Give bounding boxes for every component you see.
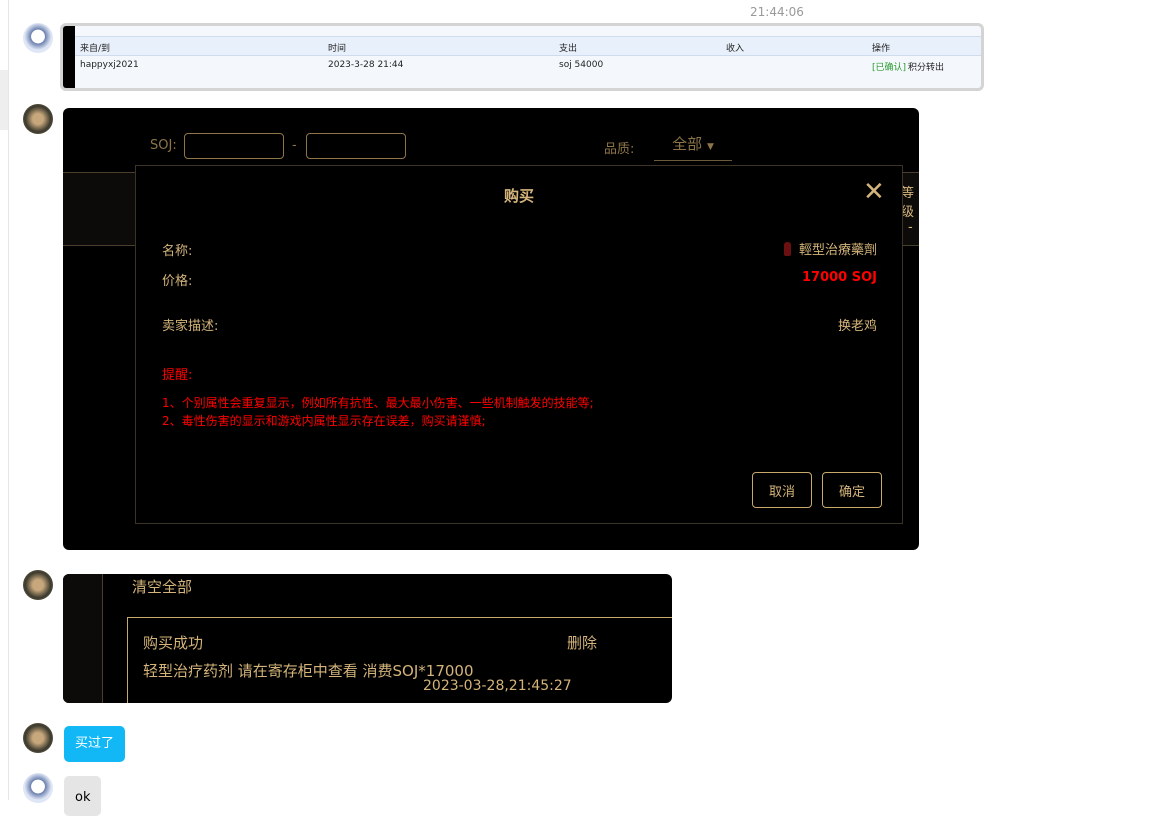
avatar[interactable] <box>23 723 53 753</box>
row-expense: soj 54000 <box>559 60 604 70</box>
chat-timestamp: 21:44:06 <box>750 5 804 19</box>
row-from: happyxj2021 <box>80 60 139 70</box>
caret-down-icon: ▼ <box>706 142 714 152</box>
col-time: 时间 <box>328 44 347 54</box>
message-bubble: 买过了 <box>64 726 126 762</box>
confirm-button[interactable]: 确定 <box>822 472 882 508</box>
avatar[interactable] <box>23 23 53 53</box>
warning-item: 2、毒性伤害的显示和游戏内属性显示存在误差，购买请谨慎; <box>162 414 486 428</box>
sidebar-edge <box>0 70 8 130</box>
modal-title: 购买 <box>503 187 534 205</box>
dash: - <box>292 138 297 153</box>
soj-min-input[interactable] <box>184 133 284 159</box>
col-expense: 支出 <box>559 44 578 54</box>
divider <box>8 0 9 800</box>
col-action: 操作 <box>872 44 891 54</box>
desc-label: 卖家描述: <box>162 319 219 334</box>
desc-value: 换老鸡 <box>837 319 877 334</box>
clear-all-button[interactable]: 清空全部 <box>132 576 192 597</box>
level-cell: - <box>908 220 913 235</box>
row-time: 2023-3-28 21:44 <box>328 60 404 70</box>
col-income: 收入 <box>726 44 745 54</box>
warning-list: 1、个别属性会重复显示，例如所有抗性、最大最小伤害、一些机制触发的技能等; 2、… <box>162 394 594 430</box>
warning-item: 1、个别属性会重复显示，例如所有抗性、最大最小伤害、一些机制触发的技能等; <box>162 396 594 410</box>
quality-select[interactable]: 全部 ▼ <box>654 130 732 161</box>
notice-screenshot[interactable]: 清空全部 购买成功 删除 轻型治疗药剂 请在寄存柜中查看 消费SOJ*17000… <box>63 574 672 703</box>
avatar[interactable] <box>23 570 53 600</box>
row-status: [已确认] <box>872 63 907 73</box>
delete-button[interactable]: 删除 <box>567 632 597 653</box>
transfer-screenshot[interactable]: 来自/到 时间 支出 收入 操作 happyxj2021 2023-3-28 2… <box>60 23 984 91</box>
item-name: 輕型治療藥劑 <box>783 239 877 258</box>
close-icon[interactable]: ✕ <box>863 178 885 206</box>
warning-title: 提醒: <box>162 368 193 383</box>
notice-title: 购买成功 <box>143 634 204 652</box>
soj-max-input[interactable] <box>306 133 406 159</box>
avatar[interactable] <box>23 104 53 134</box>
quality-value: 全部 <box>672 135 703 153</box>
cancel-button[interactable]: 取消 <box>752 472 812 508</box>
price-value: 17000 SOJ <box>801 270 877 285</box>
price-label: 价格: <box>162 274 193 289</box>
col-from: 来自/到 <box>80 44 111 54</box>
notice-time: 2023-03-28,21:45:27 <box>423 678 572 694</box>
name-value: 輕型治療藥劑 <box>798 243 877 258</box>
name-label: 名称: <box>162 244 193 259</box>
soj-label: SOJ: <box>150 138 177 153</box>
row-action: 积分转出 <box>908 63 945 73</box>
quality-label: 品质: <box>604 142 635 157</box>
column-header-level: 等级 <box>901 186 915 220</box>
avatar[interactable] <box>23 773 53 803</box>
potion-icon <box>783 242 791 256</box>
message-bubble: ok <box>64 776 102 816</box>
purchase-modal: 购买 ✕ 名称: 輕型治療藥劑 价格: 17000 SOJ 卖家描述: 换老鸡 … <box>135 165 903 524</box>
